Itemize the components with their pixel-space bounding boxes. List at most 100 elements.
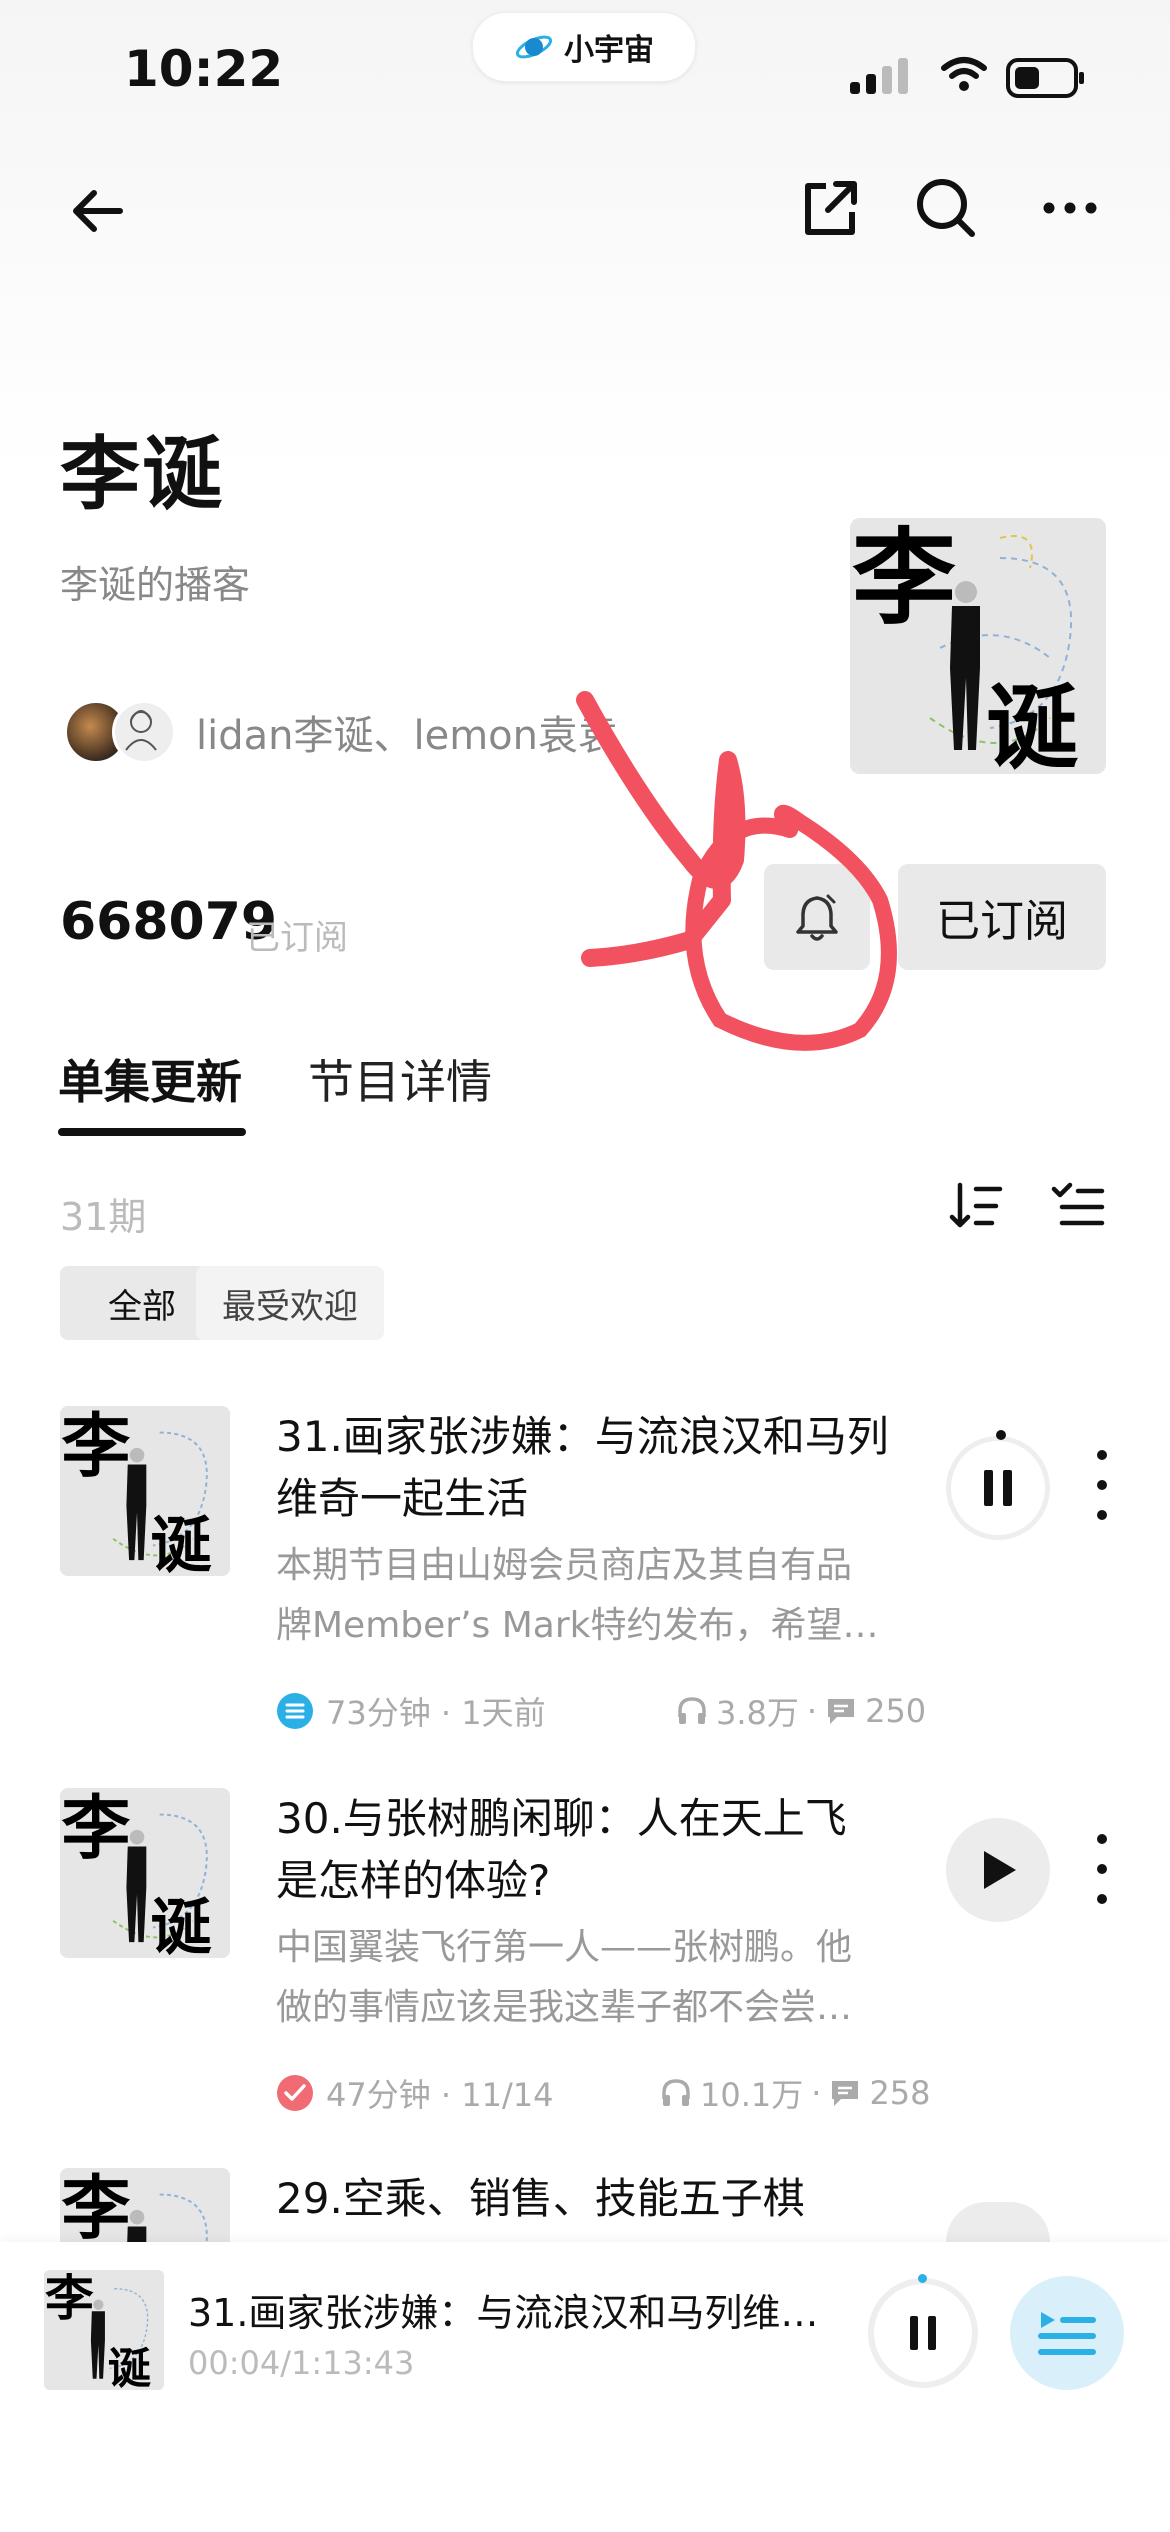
more-dot	[1097, 1480, 1107, 1490]
player-pause-button[interactable]	[868, 2278, 978, 2388]
headphones-icon	[662, 2079, 690, 2106]
episode-title-line: 30.与张树鹏闲聊：人在天上飞	[276, 1794, 847, 1843]
comment-icon	[832, 2081, 859, 2106]
episode-duration-date: 73分钟 · 1天前	[326, 1694, 546, 1732]
cover-char-1: 李	[45, 2270, 94, 2327]
episode-meta: 47分钟 · 11/14	[276, 2070, 553, 2116]
bell-icon	[796, 894, 838, 941]
wifi-icon	[941, 57, 987, 91]
tab-details[interactable]: 节目详情	[308, 1046, 492, 1112]
pause-icon	[910, 2316, 936, 2350]
comment-icon	[828, 1699, 855, 1724]
episode-desc-line: 牌Member’s Mark特约发布，希望…	[276, 1605, 879, 1646]
episode-pause-button[interactable]	[946, 1436, 1050, 1540]
episode-cover[interactable]: 李 诞	[60, 1406, 230, 1576]
subscriber-label: 已订阅	[246, 918, 348, 958]
planet-icon	[515, 35, 553, 59]
multi-select-button[interactable]	[1046, 1174, 1110, 1238]
back-button[interactable]	[64, 178, 130, 244]
subscriber-count: 668079	[60, 892, 278, 952]
episode-stats: 3.8万 · 250	[676, 1688, 926, 1734]
playlist-button[interactable]	[1010, 2276, 1124, 2390]
avatar	[112, 700, 176, 764]
progress-indicator-dot	[996, 1430, 1006, 1440]
comment-count: 258	[869, 2074, 931, 2112]
more-dot	[1097, 1864, 1107, 1874]
search-button[interactable]	[910, 172, 982, 244]
episode-title-line: 31.画家张涉嫌：与流浪汉和马列	[276, 1412, 889, 1461]
episode-desc-line: 做的事情应该是我这辈子都不会尝…	[276, 1987, 853, 2028]
subscribed-button[interactable]: 已订阅	[898, 864, 1106, 970]
pause-icon	[984, 1470, 1012, 1506]
check-icon	[277, 2075, 313, 2111]
episode-cover[interactable]: 李	[60, 2168, 230, 2242]
player-cover[interactable]: 李 诞	[44, 2270, 164, 2390]
episode-cover-art: 李 诞	[60, 1406, 230, 1576]
cover-char-1: 李	[61, 2168, 130, 2242]
play-count: 3.8万	[716, 1694, 799, 1732]
episode-desc-line: 中国翼装飞行第一人——张树鹏。他	[276, 1927, 853, 1968]
hosts-names: lidan李诞、lemon袁袁	[196, 713, 618, 759]
cover-char-2: 诞	[108, 2344, 152, 2390]
notification-bell-button[interactable]	[764, 864, 870, 970]
more-dot	[1097, 1510, 1107, 1520]
sort-button[interactable]	[944, 1174, 1008, 1238]
tab-active-underline	[58, 1128, 246, 1136]
player-title[interactable]: 31.画家张涉嫌：与流浪汉和马列维…	[188, 2282, 828, 2337]
episode-title-line: 29.空乘、销售、技能五子棋	[276, 2174, 805, 2223]
episode-stats: 10.1万 · 258	[660, 2070, 931, 2116]
sort-icon	[949, 1182, 1003, 1228]
cover-char-1: 李	[61, 1406, 130, 1487]
episode-description: 本期节目由山姆会员商店及其自有品 牌Member’s Mark特约发布，希望…	[276, 1536, 926, 1656]
podcast-title: 李诞	[60, 428, 224, 521]
list-icon	[277, 1693, 313, 1729]
play-count: 10.1万	[700, 2076, 804, 2114]
share-button[interactable]	[794, 172, 866, 244]
episode-title-line: 是怎样的体验?	[276, 1856, 551, 1905]
cover-char-1: 李	[852, 518, 956, 639]
cellular-signal-icon	[850, 58, 908, 94]
episode-cover-art: 李 诞	[60, 1788, 230, 1958]
episode-title[interactable]: 31.画家张涉嫌：与流浪汉和马列 维奇一起生活	[276, 1406, 926, 1530]
cover-char-1: 李	[61, 1788, 130, 1869]
checklist-icon	[1051, 1182, 1105, 1226]
player-time: 00:04/1:13:43	[188, 2344, 415, 2382]
more-button[interactable]	[1030, 180, 1110, 236]
episode-cover-art: 李	[60, 2168, 230, 2242]
hosts-row[interactable]: lidan李诞、lemon袁袁	[64, 700, 618, 764]
filter-chip-popular[interactable]: 最受欢迎	[196, 1266, 384, 1340]
cover-char-2: 诞	[986, 674, 1078, 774]
cover-art: 李 诞	[850, 518, 1106, 774]
app-pill: 小宇宙	[472, 12, 696, 82]
episode-play-button[interactable]	[946, 2202, 1050, 2242]
cover-char-2: 诞	[150, 1893, 212, 1958]
search-icon	[917, 179, 975, 237]
playlist-icon	[1038, 2312, 1096, 2355]
more-dot	[1097, 1894, 1107, 1904]
episode-meta: 73分钟 · 1天前	[276, 1688, 546, 1734]
more-horizontal-icon	[1043, 202, 1097, 214]
arrow-left-icon	[73, 190, 123, 232]
tab-episodes[interactable]: 单集更新	[58, 1046, 242, 1112]
episode-title-line: 维奇一起生活	[276, 1474, 529, 1523]
more-dot	[1097, 1450, 1107, 1460]
app-pill-label: 小宇宙	[564, 33, 654, 68]
episode-title[interactable]: 30.与张树鹏闲聊：人在天上飞 是怎样的体验?	[276, 1788, 926, 1912]
cover-char-2: 诞	[150, 1511, 212, 1576]
separator-dot: ·	[811, 2074, 822, 2112]
episode-cover[interactable]: 李 诞	[60, 1788, 230, 1958]
separator-dot: ·	[806, 1692, 818, 1730]
episode-description: 中国翼装飞行第一人——张树鹏。他 做的事情应该是我这辈子都不会尝…	[276, 1918, 926, 2038]
podcast-subtitle: 李诞的播客	[60, 563, 251, 607]
episode-more-button[interactable]	[1092, 1450, 1112, 1520]
more-dot	[1097, 1834, 1107, 1844]
headphones-icon	[678, 1697, 706, 1724]
episode-desc-line: 本期节目由山姆会员商店及其自有品	[276, 1545, 853, 1586]
sketch-portrait-icon	[125, 710, 157, 751]
share-icon	[805, 181, 857, 235]
player-cover-art: 李 诞	[44, 2270, 164, 2390]
episode-more-button[interactable]	[1092, 1834, 1112, 1904]
episode-title[interactable]: 29.空乘、销售、技能五子棋	[276, 2168, 926, 2230]
comment-count: 250	[865, 1692, 927, 1730]
episode-play-button[interactable]	[946, 1818, 1050, 1922]
